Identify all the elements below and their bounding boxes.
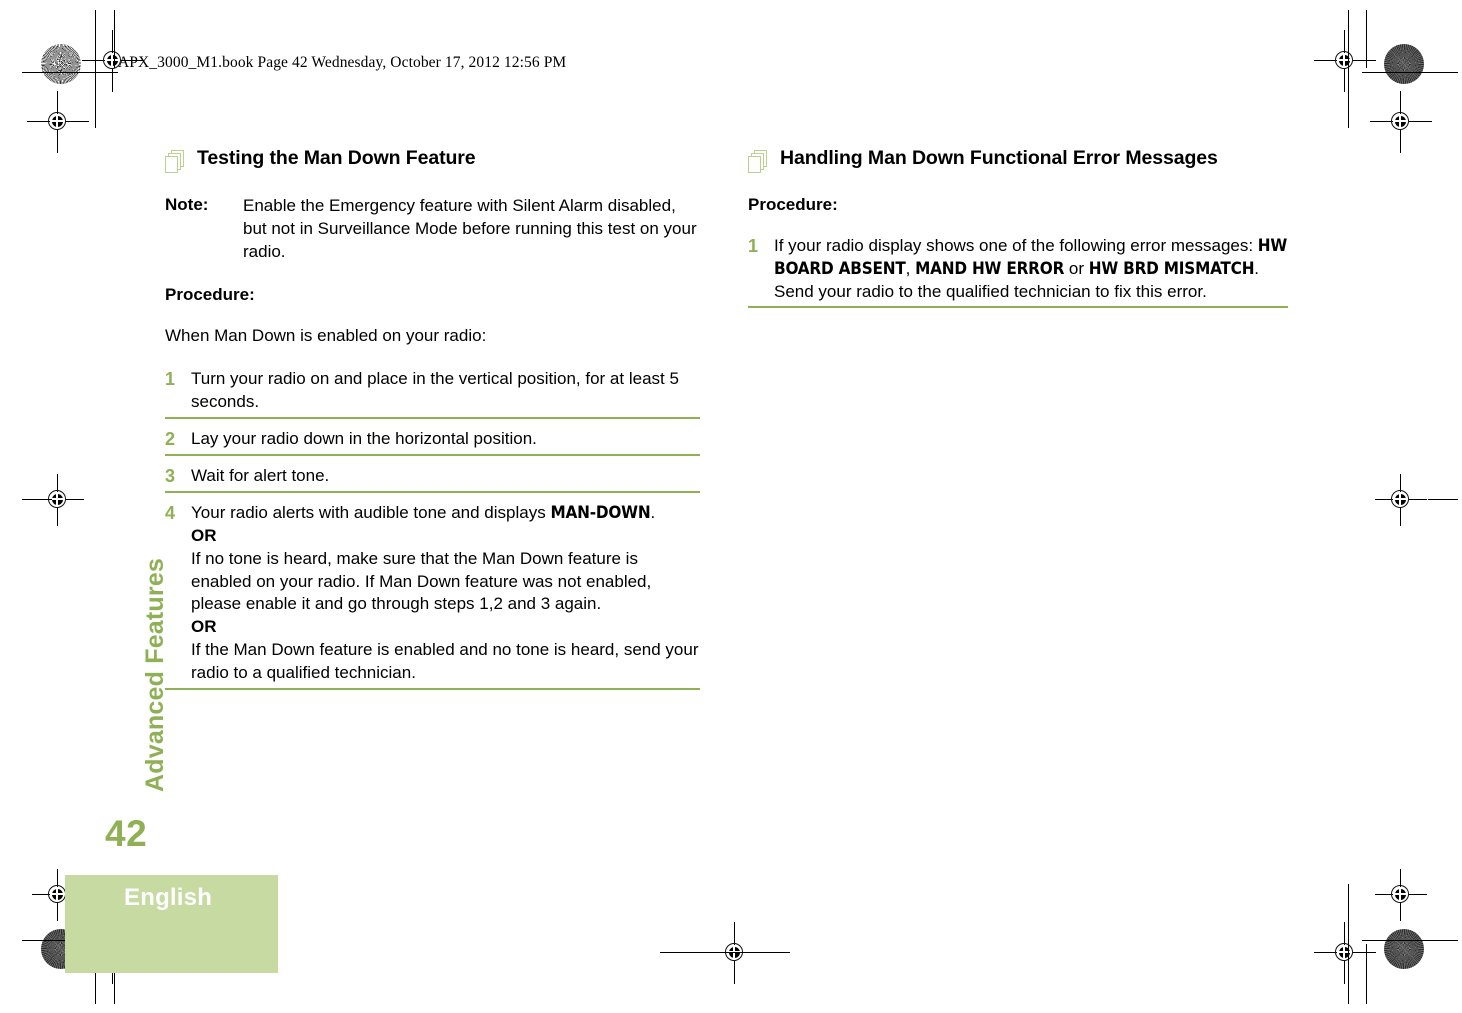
stacked-pages-icon — [165, 150, 186, 173]
registration-target-mid-right — [1375, 474, 1427, 526]
step4-period: . — [650, 503, 656, 523]
step-text: If your radio display shows one of the f… — [774, 235, 1288, 303]
registration-target-upper-right-corner — [1370, 91, 1432, 153]
trim-guide-mid-right — [1428, 499, 1458, 501]
trim-guide-bottom-right-h — [1362, 940, 1458, 942]
step-item: 1 If your radio display shows one of the… — [748, 235, 1288, 309]
trim-guide-top-right — [1362, 72, 1458, 74]
step-text: Lay your radio down in the horizontal po… — [191, 428, 537, 448]
step-item: 4 Your radio alerts with audible tone an… — [165, 502, 700, 690]
registration-target-bottom-right — [1314, 922, 1376, 984]
registration-starburst-top-right — [1384, 44, 1424, 84]
note-text: Enable the Emergency feature with Silent… — [243, 196, 697, 261]
book-header-line: APX_3000_M1.book Page 42 Wednesday, Octo… — [118, 54, 567, 71]
error-sep-2: or — [1064, 258, 1089, 278]
step-number: 3 — [165, 465, 176, 486]
right-section-header: Handling Man Down Functional Error Messa… — [748, 147, 1288, 173]
stacked-pages-icon — [748, 150, 769, 173]
language-tab-label: English — [124, 884, 213, 911]
step-number: 4 — [165, 503, 176, 524]
error-message-2: MAND HW ERROR — [915, 258, 1065, 279]
error-message-3: HW BRD MISMATCH — [1088, 258, 1255, 279]
step-text: Your radio alerts with audible tone and … — [191, 502, 700, 684]
step4-or-2: OR — [191, 617, 217, 637]
page-number: 42 — [105, 813, 148, 854]
trim-guide-left-outer — [95, 10, 97, 128]
step4-alt-1: If no tone is heard, make sure that the … — [191, 548, 652, 614]
step4-or-1: OR — [191, 526, 217, 546]
right-step1-intro: If your radio display shows one of the f… — [774, 236, 1258, 255]
left-section-title: Testing the Man Down Feature — [197, 147, 476, 169]
step-item: 1 Turn your radio on and place in the ve… — [165, 368, 700, 419]
error-sep-1: , — [905, 258, 916, 278]
step-item: 3 Wait for alert tone. — [165, 465, 700, 494]
trim-guide-bottom-right-outer — [1348, 884, 1350, 1004]
right-content-column: Handling Man Down Functional Error Messa… — [748, 147, 1288, 317]
step-text: Turn your radio on and place in the vert… — [191, 369, 679, 411]
registration-target-top-left — [1314, 30, 1376, 92]
left-section-header: Testing the Man Down Feature — [165, 147, 700, 173]
registration-target-upper-left-corner — [27, 91, 89, 153]
trim-guide-mid-left — [22, 499, 52, 501]
step4-intro: Your radio alerts with audible tone and … — [191, 503, 551, 523]
right-section-title: Handling Man Down Functional Error Messa… — [780, 147, 1218, 169]
step-number: 1 — [748, 236, 759, 256]
step-number: 1 — [165, 369, 176, 390]
trim-guide-right-outer — [1348, 10, 1350, 128]
registration-starburst-top-left — [41, 44, 81, 84]
step-number: 2 — [165, 428, 176, 449]
trim-guide-left-inner — [114, 10, 116, 68]
left-content-column: Testing the Man Down Feature Note: Enabl… — [165, 147, 700, 699]
radio-display-message: MAN-DOWN — [550, 503, 651, 524]
registration-starburst-bottom-right — [1384, 929, 1424, 969]
note-block: Note: Enable the Emergency feature with … — [165, 195, 700, 263]
trim-guide-bottom-center-h — [660, 952, 790, 954]
step4-alt-2: If the Man Down feature is enabled and n… — [191, 639, 699, 682]
left-lead-paragraph: When Man Down is enabled on your radio: — [165, 326, 487, 346]
right-procedure-label: Procedure: — [748, 195, 838, 214]
trim-guide-bottom-right-inner — [1366, 944, 1368, 1004]
step-item: 2 Lay your radio down in the horizontal … — [165, 428, 700, 456]
left-procedure-label: Procedure: — [165, 285, 255, 305]
document-page: APX_3000_M1.book Page 42 Wednesday, Octo… — [0, 0, 1462, 1013]
trim-guide-top-left — [22, 72, 118, 74]
trim-guide-right-inner — [1366, 10, 1368, 68]
step-text: Wait for alert tone. — [191, 465, 330, 485]
note-label: Note: — [165, 195, 209, 214]
registration-target-lower-right-corner — [1375, 869, 1427, 921]
